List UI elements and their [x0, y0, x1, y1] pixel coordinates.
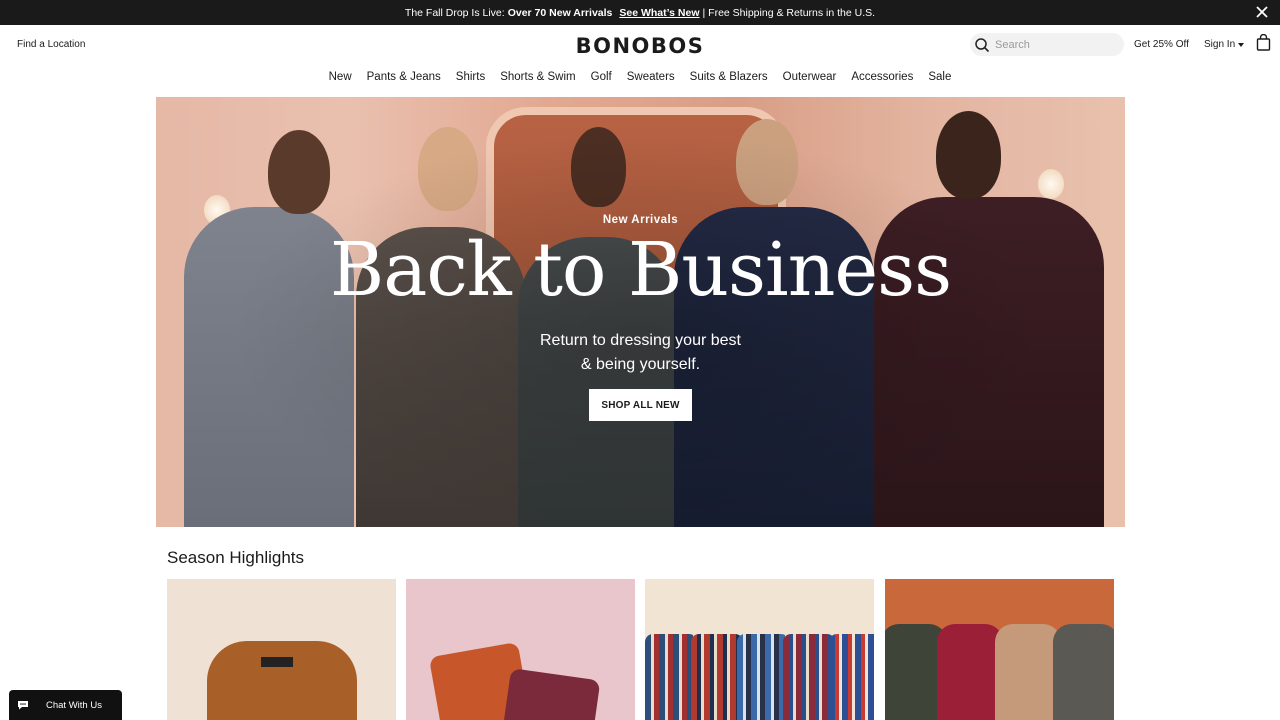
chat-bubble-icon — [18, 701, 28, 710]
shirt-image — [737, 634, 789, 720]
shirt-image — [645, 634, 697, 720]
promo-bar: The Fall Drop Is Live: Over 70 New Arriv… — [0, 0, 1280, 25]
hero-subtitle-line-1: Return to dressing your best — [540, 332, 741, 349]
nav-item-golf[interactable]: Golf — [583, 69, 619, 89]
nav-item-shirts[interactable]: Shirts — [448, 69, 492, 89]
search-box[interactable] — [970, 33, 1124, 56]
nav-item-pants-jeans[interactable]: Pants & Jeans — [359, 69, 448, 89]
label-tag-image — [261, 657, 293, 667]
nav-item-sale[interactable]: Sale — [921, 69, 959, 89]
close-icon[interactable] — [1254, 4, 1270, 20]
hero-eyebrow: New Arrivals — [602, 214, 679, 226]
promo-see-whats-new-link[interactable]: See What’s New — [619, 7, 699, 19]
hero-title: Back to Business — [329, 227, 952, 313]
highlights-grid — [167, 579, 1114, 720]
shirt-image — [691, 634, 743, 720]
pullover-image — [995, 624, 1061, 720]
season-highlights-title: Season Highlights — [167, 548, 305, 567]
shirt-image — [783, 634, 835, 720]
promo-lead: The Fall Drop Is Live: — [404, 6, 505, 19]
search-input[interactable] — [995, 38, 1105, 51]
hero-subtitle-line-2: & being yourself. — [580, 356, 701, 373]
highlight-card-sweater[interactable] — [167, 579, 396, 720]
main-nav: New Pants & Jeans Shirts Shorts & Swim G… — [0, 69, 1280, 89]
highlight-card-pants[interactable] — [406, 579, 635, 720]
sign-in-label: Sign In — [1204, 39, 1236, 50]
nav-item-suits-blazers[interactable]: Suits & Blazers — [682, 69, 775, 89]
shop-all-new-button[interactable]: SHOP ALL NEW — [589, 389, 692, 421]
hero-subtitle: Return to dressing your best & being you… — [156, 329, 1125, 377]
nav-item-outerwear[interactable]: Outerwear — [775, 69, 844, 89]
nav-item-sweaters[interactable]: Sweaters — [619, 69, 682, 89]
pants-image — [501, 668, 601, 720]
sign-in-menu[interactable]: Sign In — [1204, 39, 1245, 50]
site-header: Find a Location BONOBOS Get 25% Off Sign… — [0, 25, 1280, 69]
promo-tail: | Free Shipping & Returns in the U.S. — [702, 6, 876, 19]
get-discount-link[interactable]: Get 25% Off — [1134, 39, 1189, 50]
hero-banner[interactable]: New Arrivals Back to Business Return to … — [156, 97, 1125, 527]
pullover-image — [1053, 624, 1114, 720]
nav-item-shorts-swim[interactable]: Shorts & Swim — [493, 69, 583, 89]
highlight-card-flannel-shirts[interactable] — [645, 579, 874, 720]
chevron-down-icon — [1238, 42, 1245, 47]
search-icon — [975, 37, 990, 52]
chat-label: Chat With Us — [46, 699, 102, 711]
pullover-image — [937, 624, 1003, 720]
sweater-image — [207, 641, 357, 720]
nav-item-accessories[interactable]: Accessories — [844, 69, 921, 89]
shirt-image — [829, 634, 874, 720]
nav-item-new[interactable]: New — [321, 69, 359, 89]
highlight-card-pullovers[interactable] — [885, 579, 1114, 720]
shopping-bag-icon[interactable] — [1256, 34, 1271, 51]
promo-highlight: Over 70 New Arrivals — [507, 6, 613, 19]
chat-with-us-button[interactable]: Chat With Us — [9, 690, 122, 720]
